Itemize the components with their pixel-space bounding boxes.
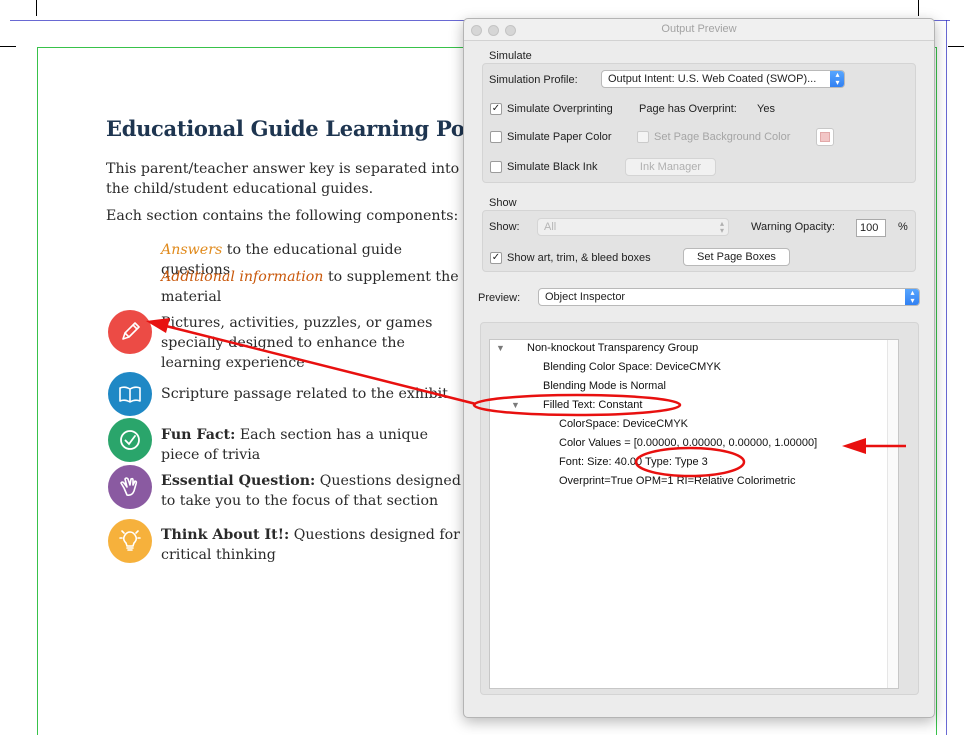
- percent-sign: %: [898, 221, 908, 233]
- item-lead: Answers: [161, 242, 223, 258]
- set-page-boxes-button[interactable]: Set Page Boxes: [683, 248, 790, 266]
- tree-node[interactable]: Overprint=True OPM=1 RI=Relative Colorim…: [559, 475, 795, 487]
- disclosure-triangle-icon[interactable]: ▼: [511, 400, 520, 410]
- item-bold: Essential Question:: [161, 473, 316, 489]
- simulate-paper-color-label: Simulate Paper Color: [507, 131, 612, 143]
- list-item: Scripture passage related to the exhibit: [161, 384, 466, 404]
- preview-value: Object Inspector: [545, 291, 626, 303]
- chevron-updown-icon: ▴ ▾: [905, 289, 919, 305]
- intro-line: This parent/teacher answer key is separa…: [106, 161, 466, 177]
- lightbulb-icon: [108, 519, 152, 563]
- simulate-overprinting-checkbox[interactable]: ✓: [490, 103, 502, 115]
- tree-node[interactable]: Blending Color Space: DeviceCMYK: [543, 361, 721, 373]
- tree-node[interactable]: Color Values = [0.00000, 0.00000, 0.0000…: [559, 437, 817, 449]
- background-color-swatch[interactable]: [816, 128, 834, 146]
- output-preview-dialog: Output Preview Simulate Simulation Profi…: [463, 18, 935, 718]
- simulation-profile-label: Simulation Profile:: [489, 74, 578, 86]
- show-value: All: [544, 221, 557, 233]
- tree-node[interactable]: ColorSpace: DeviceCMYK: [559, 418, 688, 430]
- simulate-black-ink-label: Simulate Black Ink: [507, 161, 598, 173]
- item-text: Scripture passage related to the exhibit: [161, 386, 448, 402]
- page-title: Educational Guide Learning Points: [106, 116, 466, 141]
- item-lead: Additional information: [161, 269, 324, 285]
- disclosure-triangle-icon[interactable]: ▼: [496, 343, 505, 353]
- tree-node[interactable]: Non-knockout Transparency Group: [527, 342, 698, 354]
- list-item: Pictures, activities, puzzles, or games …: [161, 313, 466, 373]
- tree-node[interactable]: Font: Size: 40.00 Type: Type 3: [559, 456, 708, 468]
- bleed-box-right: [946, 20, 947, 735]
- components-paragraph: Each section contains the following comp…: [106, 208, 459, 224]
- pencil-icon: [108, 310, 152, 354]
- preview-label: Preview:: [478, 292, 521, 304]
- warning-opacity-label: Warning Opacity:: [751, 221, 835, 233]
- intro-line: the child/student educational guides.: [106, 181, 374, 197]
- list-item: Think About It!: Questions designed for …: [161, 525, 466, 565]
- tree-node[interactable]: Blending Mode is Normal: [543, 380, 666, 392]
- crop-mark: [918, 0, 919, 16]
- show-boxes-checkbox[interactable]: ✓: [490, 252, 502, 264]
- crop-mark: [0, 46, 16, 47]
- simulate-section-label: Simulate: [489, 50, 532, 62]
- pointing-hand-icon: [108, 465, 152, 509]
- page-overprint-value: Yes: [757, 103, 775, 115]
- show-boxes-label: Show art, trim, & bleed boxes: [507, 252, 651, 264]
- item-bold: Fun Fact:: [161, 427, 236, 443]
- simulate-black-ink-checkbox[interactable]: [490, 161, 502, 173]
- document-header: Educational Guide Learning Points This p…: [106, 116, 466, 236]
- show-select[interactable]: All ▴ ▾: [537, 218, 729, 236]
- crop-mark: [36, 0, 37, 16]
- list-item: Fun Fact: Each section has a unique piec…: [161, 425, 466, 465]
- page-overprint-label: Page has Overprint:: [639, 103, 737, 115]
- open-book-icon: [108, 372, 152, 416]
- tree-scrollbar[interactable]: [887, 340, 898, 688]
- show-label: Show:: [489, 221, 520, 233]
- simulation-profile-select[interactable]: Output Intent: U.S. Web Coated (SWOP)...…: [601, 70, 845, 88]
- show-section-label: Show: [489, 197, 517, 209]
- set-page-background-checkbox[interactable]: [637, 131, 649, 143]
- simulate-overprinting-label: Simulate Overprinting: [507, 103, 613, 115]
- chevron-updown-icon: ▴ ▾: [719, 219, 724, 235]
- warning-opacity-input[interactable]: 100: [856, 219, 886, 237]
- chevron-updown-icon: ▴ ▾: [830, 71, 844, 87]
- set-page-background-label: Set Page Background Color: [654, 131, 791, 143]
- preview-select[interactable]: Object Inspector ▴ ▾: [538, 288, 920, 306]
- item-bold: Think About It!:: [161, 527, 290, 543]
- simulation-profile-value: Output Intent: U.S. Web Coated (SWOP)...: [608, 73, 817, 85]
- checkmark-icon: [108, 418, 152, 462]
- list-item: Additional information to supplement the…: [161, 267, 466, 307]
- intro-paragraph: This parent/teacher answer key is separa…: [106, 159, 466, 199]
- simulate-paper-color-checkbox[interactable]: [490, 131, 502, 143]
- dialog-title: Output Preview: [661, 23, 737, 35]
- dialog-titlebar[interactable]: Output Preview: [464, 19, 934, 41]
- item-text: Pictures, activities, puzzles, or games …: [161, 315, 433, 371]
- tree-node[interactable]: Filled Text: Constant: [543, 399, 642, 411]
- crop-mark: [948, 46, 964, 47]
- list-item: Essential Question: Questions designed t…: [161, 471, 466, 511]
- ink-manager-button[interactable]: Ink Manager: [625, 158, 716, 176]
